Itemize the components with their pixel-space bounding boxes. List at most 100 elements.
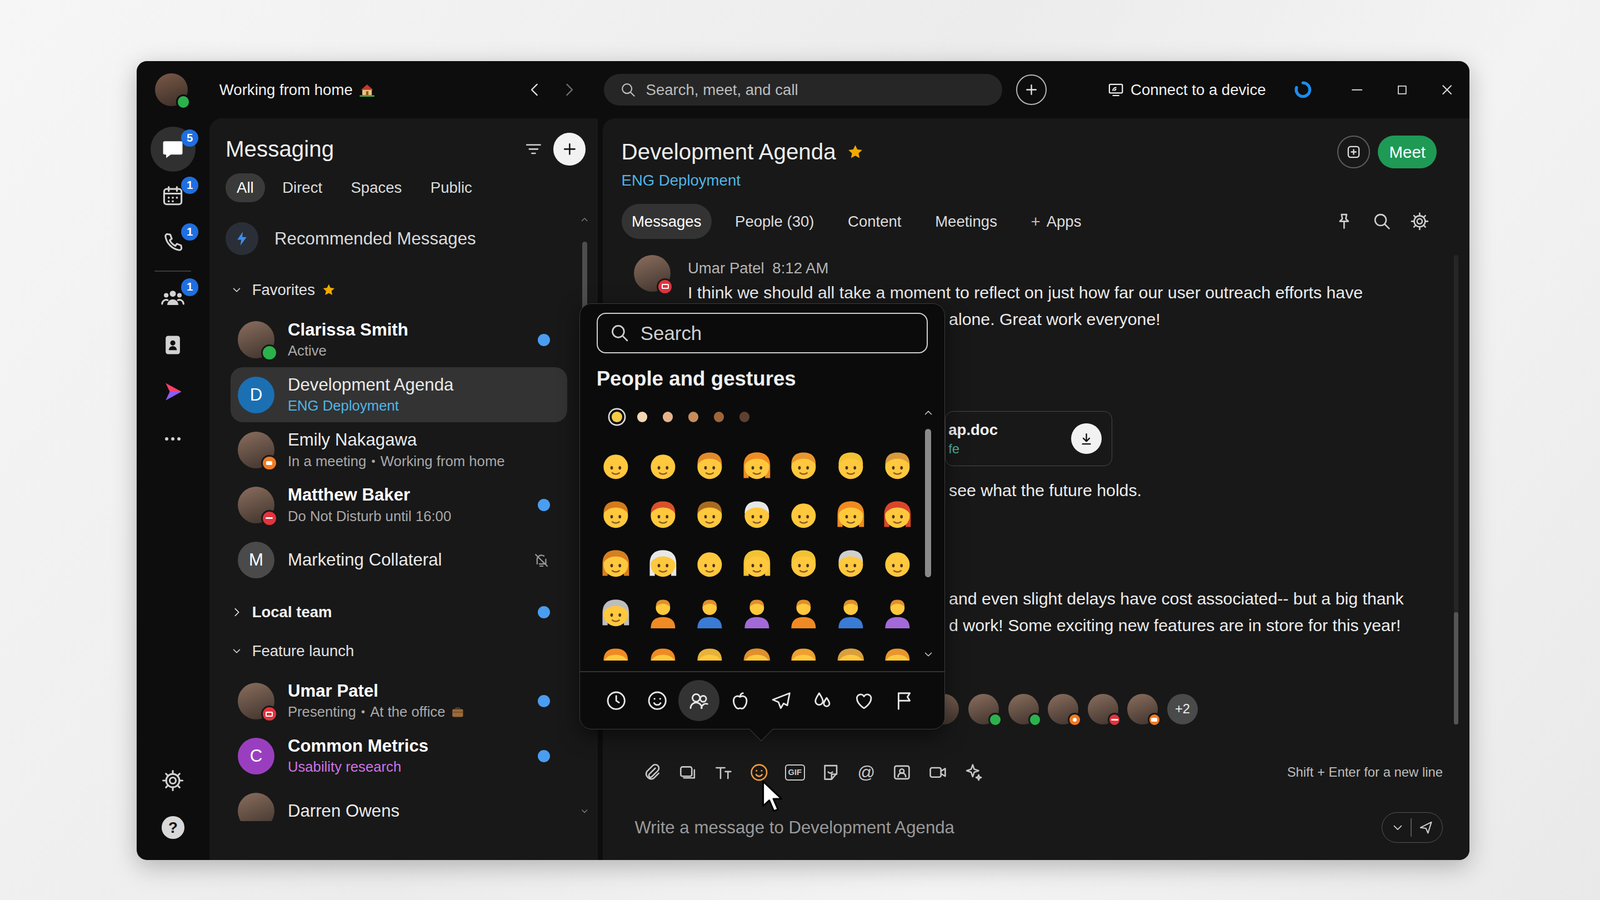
- search-field[interactable]: Search, meet, and call: [603, 73, 1002, 106]
- rail-item[interactable]: 5: [149, 125, 197, 173]
- rail-item[interactable]: [149, 757, 197, 804]
- composer-tool-button[interactable]: [711, 760, 736, 785]
- emoji[interactable]: [827, 490, 874, 540]
- skin-tone[interactable]: [611, 411, 622, 422]
- space-tab[interactable]: Content: [837, 203, 912, 239]
- section-header[interactable]: Favorites: [230, 275, 568, 304]
- composer-tool-button[interactable]: [890, 760, 915, 785]
- emoji[interactable]: [780, 441, 827, 490]
- conversation-row[interactable]: M Marketing Collateral: [230, 532, 568, 588]
- emoji[interactable]: [827, 441, 874, 490]
- space-tool-button[interactable]: [1409, 211, 1430, 232]
- emoji[interactable]: [686, 490, 733, 540]
- skin-tone[interactable]: [713, 411, 724, 422]
- emoji-category-tab[interactable]: [760, 680, 802, 721]
- conversation-row[interactable]: Emily Nakagawa In a meeting• Working fro…: [230, 422, 568, 478]
- meet-button[interactable]: Meet: [1377, 135, 1437, 169]
- maximize-button[interactable]: [1379, 69, 1425, 110]
- composer-tool-button[interactable]: [746, 760, 772, 785]
- composer-tool-button[interactable]: [640, 760, 665, 785]
- emoji[interactable]: [733, 441, 780, 490]
- composer-tool-button[interactable]: [675, 760, 700, 785]
- skin-tone[interactable]: [688, 411, 699, 422]
- conversation-row[interactable]: Clarissa Smith Active: [230, 312, 568, 368]
- emoji[interactable]: [873, 490, 921, 540]
- emoji[interactable]: [827, 588, 874, 638]
- new-message-button[interactable]: [553, 132, 587, 166]
- recommended-messages[interactable]: Recommended Messages: [209, 220, 599, 258]
- composer-tool-button[interactable]: [818, 760, 843, 785]
- space-tab[interactable]: Messages: [621, 203, 712, 239]
- filter-tab[interactable]: Direct: [271, 173, 334, 202]
- emoji[interactable]: [827, 539, 874, 589]
- emoji[interactable]: [873, 588, 921, 638]
- emoji[interactable]: [639, 441, 687, 490]
- emoji[interactable]: [873, 539, 921, 589]
- emoji[interactable]: [827, 637, 874, 661]
- emoji[interactable]: [686, 539, 733, 589]
- emoji[interactable]: [592, 588, 639, 638]
- emoji[interactable]: [873, 441, 921, 490]
- emoji[interactable]: [733, 490, 780, 540]
- download-button[interactable]: [1071, 423, 1102, 454]
- space-tab[interactable]: Meetings: [925, 203, 1008, 239]
- message-input[interactable]: Write a message to Development Agenda: [634, 817, 955, 838]
- emoji[interactable]: [873, 637, 921, 661]
- emoji[interactable]: [780, 539, 827, 589]
- emoji[interactable]: [592, 539, 639, 589]
- emoji-category-tab[interactable]: [802, 680, 844, 721]
- conversation-row[interactable]: Matthew Baker Do Not Disturb until 16:00: [230, 477, 568, 533]
- rail-item[interactable]: 1: [149, 172, 197, 219]
- space-tab[interactable]: + Apps: [1020, 203, 1092, 239]
- skin-tone[interactable]: [637, 411, 648, 422]
- new-button[interactable]: [1016, 74, 1047, 105]
- skin-tone[interactable]: [739, 411, 750, 422]
- emoji[interactable]: [639, 637, 687, 661]
- scrollbar[interactable]: [922, 406, 935, 661]
- emoji[interactable]: [686, 637, 733, 661]
- composer-tool-button[interactable]: @: [853, 760, 879, 785]
- conversation-row[interactable]: C Common Metrics Usability research: [230, 728, 568, 784]
- section-header[interactable]: Local team: [230, 597, 568, 627]
- space-tab[interactable]: People (30): [725, 203, 825, 239]
- conversation-row[interactable]: Darren Owens: [230, 783, 568, 822]
- rail-item[interactable]: 1: [149, 219, 197, 267]
- send-button[interactable]: [1381, 812, 1443, 843]
- rail-item[interactable]: [149, 368, 197, 415]
- close-button[interactable]: [1424, 69, 1470, 110]
- emoji[interactable]: [686, 441, 733, 490]
- file-attachment[interactable]: ap.doc fe: [945, 411, 1113, 467]
- emoji[interactable]: [592, 637, 639, 661]
- skin-tone[interactable]: [662, 411, 673, 422]
- emoji[interactable]: [639, 490, 687, 540]
- emoji[interactable]: [686, 588, 733, 638]
- emoji-category-tab[interactable]: [719, 680, 761, 721]
- author-avatar[interactable]: [633, 255, 671, 292]
- rail-item[interactable]: 1: [149, 274, 197, 322]
- filter-tab[interactable]: Public: [419, 173, 484, 202]
- sync-button[interactable]: [1292, 79, 1314, 100]
- forward-button[interactable]: [557, 77, 582, 103]
- emoji[interactable]: [592, 441, 639, 490]
- filter-tab[interactable]: All: [225, 173, 265, 202]
- space-tool-button[interactable]: [1333, 211, 1355, 232]
- space-team-link[interactable]: ENG Deployment: [621, 170, 865, 192]
- filter-tab[interactable]: Spaces: [339, 173, 413, 202]
- rail-item[interactable]: [149, 321, 197, 369]
- rail-item[interactable]: [149, 415, 197, 462]
- emoji[interactable]: [780, 637, 827, 661]
- emoji[interactable]: [780, 490, 827, 540]
- emoji-category-tab[interactable]: [595, 680, 637, 721]
- user-avatar[interactable]: [155, 73, 188, 107]
- emoji[interactable]: [639, 539, 687, 589]
- emoji[interactable]: [733, 588, 780, 638]
- minimize-button[interactable]: [1334, 69, 1380, 110]
- conversation-row[interactable]: D Development Agenda ENG Deployment: [230, 367, 568, 423]
- emoji-category-tab[interactable]: [636, 680, 678, 721]
- filter-button[interactable]: [522, 137, 545, 160]
- emoji-category-tab[interactable]: [884, 680, 926, 721]
- emoji[interactable]: [639, 588, 687, 638]
- emoji[interactable]: [592, 490, 639, 540]
- scrollbar[interactable]: [1453, 255, 1458, 725]
- space-tool-button[interactable]: [1371, 211, 1393, 232]
